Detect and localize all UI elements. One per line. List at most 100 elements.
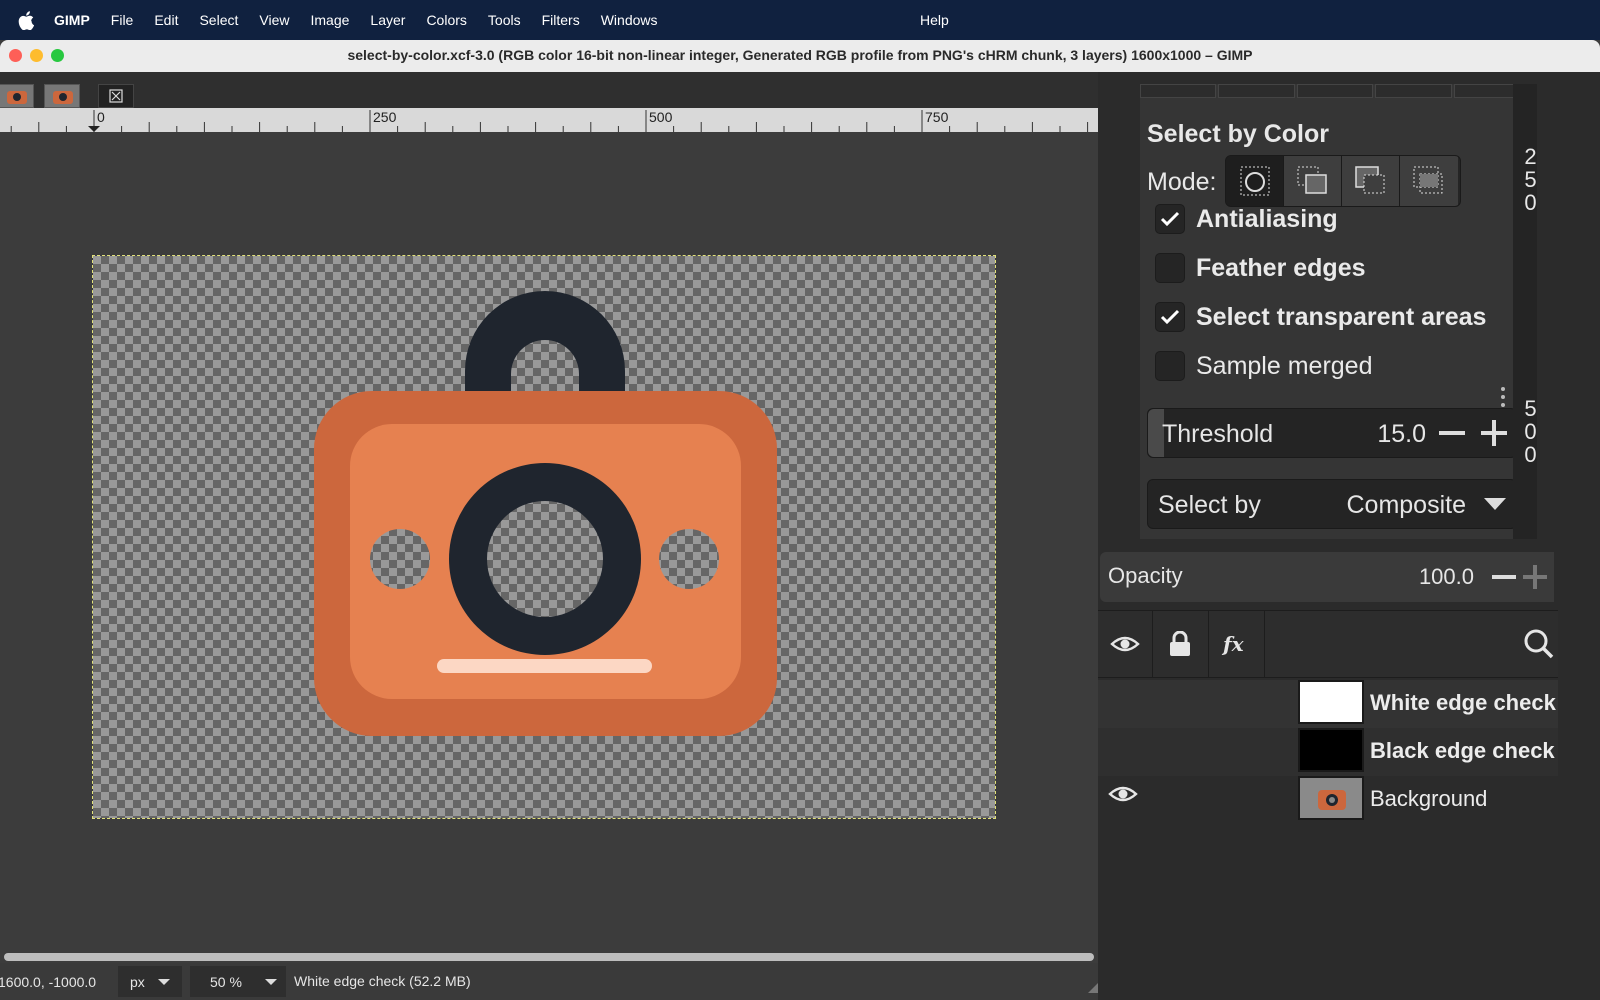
mode-subtract-button[interactable] bbox=[1342, 156, 1400, 206]
plus-icon bbox=[1481, 420, 1507, 446]
opacity-label: Opacity bbox=[1108, 563, 1183, 588]
layer-name: White edge check bbox=[1370, 690, 1556, 715]
mode-intersect-button[interactable] bbox=[1400, 156, 1458, 206]
tool-options-panel: Select by Color Mode: Antialiasing Feath… bbox=[1140, 84, 1530, 539]
menu-filters[interactable]: Filters bbox=[542, 12, 580, 28]
option-feather-edges[interactable]: Feather edges bbox=[1155, 253, 1366, 283]
chevron-down-icon bbox=[157, 978, 170, 985]
menu-layer[interactable]: Layer bbox=[370, 12, 405, 28]
ruler-label: 750 bbox=[925, 109, 949, 125]
zoom-text: 50 % bbox=[210, 973, 242, 990]
scrollbar-thumb[interactable] bbox=[4, 953, 1094, 961]
option-antialiasing[interactable]: Antialiasing bbox=[1155, 204, 1338, 234]
vertical-ruler[interactable]: 250 500 bbox=[1501, 84, 1543, 539]
window-title-bar: select-by-color.xcf-3.0 (RGB color 16-bi… bbox=[0, 40, 1600, 72]
menu-app-gimp[interactable]: GIMP bbox=[54, 12, 90, 28]
lock-keyhole-ring bbox=[449, 463, 641, 655]
layer-thumbnail bbox=[1298, 680, 1364, 724]
dock-tabs[interactable] bbox=[1140, 84, 1530, 98]
option-select-transparent[interactable]: Select transparent areas bbox=[1155, 302, 1486, 332]
layer-name: Background bbox=[1370, 786, 1488, 811]
layer-row-white-edge-check[interactable]: White edge check bbox=[1098, 680, 1558, 728]
lock-column-icon[interactable] bbox=[1152, 611, 1209, 677]
chevron-down-icon bbox=[1484, 498, 1506, 510]
minus-icon bbox=[1492, 575, 1516, 579]
eye-icon[interactable] bbox=[1108, 784, 1138, 809]
image-canvas[interactable] bbox=[0, 132, 1098, 949]
lock-bar bbox=[437, 659, 652, 673]
menu-windows[interactable]: Windows bbox=[601, 12, 658, 28]
threshold-spinscale[interactable]: Threshold 15.0 bbox=[1147, 408, 1517, 458]
unit-text: px bbox=[130, 973, 145, 990]
menu-tools[interactable]: Tools bbox=[488, 12, 521, 28]
zoom-select[interactable]: 50 % bbox=[190, 966, 286, 997]
navigate-corner-icon[interactable] bbox=[1088, 983, 1098, 993]
selection-mode-group bbox=[1225, 155, 1461, 207]
unit-select[interactable]: px bbox=[118, 966, 182, 997]
ruler-label: 0 bbox=[97, 109, 105, 125]
threshold-label: Threshold bbox=[1162, 420, 1274, 448]
mode-add-button[interactable] bbox=[1284, 156, 1342, 206]
menu-colors[interactable]: Colors bbox=[426, 12, 466, 28]
visibility-column-eye-icon[interactable] bbox=[1098, 611, 1153, 677]
select-by-dropdown[interactable]: Select by Composite bbox=[1147, 479, 1517, 529]
threshold-increase-button[interactable] bbox=[1474, 409, 1514, 457]
chevron-down-icon bbox=[264, 978, 277, 985]
layer-thumbnail bbox=[1298, 728, 1364, 772]
threshold-decrease-button[interactable] bbox=[1432, 409, 1472, 457]
checkmark-icon bbox=[1160, 309, 1180, 325]
selection-add-icon bbox=[1297, 166, 1327, 194]
apple-icon[interactable] bbox=[18, 10, 40, 30]
horizontal-scrollbar[interactable] bbox=[0, 949, 1098, 963]
plus-icon bbox=[1523, 565, 1547, 589]
selection-intersect-icon bbox=[1413, 166, 1443, 194]
select-transparent-checkbox[interactable] bbox=[1155, 302, 1185, 332]
image-layer-area[interactable] bbox=[92, 255, 996, 819]
image-tab-thumbnail[interactable] bbox=[0, 84, 34, 108]
menu-view[interactable]: View bbox=[259, 12, 289, 28]
threshold-value: 15.0 bbox=[1377, 420, 1426, 448]
menu-edit[interactable]: Edit bbox=[154, 12, 178, 28]
close-tab-icon[interactable] bbox=[98, 84, 134, 108]
drag-handle-icon[interactable] bbox=[1499, 384, 1507, 414]
horizontal-ruler[interactable]: 025050075010001250150017 bbox=[0, 108, 1098, 132]
lock-illustration bbox=[314, 291, 777, 736]
menu-select[interactable]: Select bbox=[199, 12, 238, 28]
layer-row-black-edge-check[interactable]: Black edge check bbox=[1098, 728, 1558, 776]
layers-header: fx bbox=[1098, 610, 1558, 678]
layers-panel: Opacity 100.0 fx White edge check Black … bbox=[1098, 540, 1600, 1000]
menu-file[interactable]: File bbox=[111, 12, 134, 28]
option-sample-merged[interactable]: Sample merged bbox=[1155, 351, 1372, 381]
select-transparent-label: Select transparent areas bbox=[1196, 302, 1487, 331]
status-message: White edge check (52.2 MB) bbox=[294, 973, 471, 989]
status-bar: 1600.0, -1000.0 px 50 % White edge check… bbox=[0, 963, 1098, 1000]
opacity-increase-button[interactable] bbox=[1516, 552, 1554, 602]
opacity-value: 100.0 bbox=[1418, 564, 1474, 589]
antialiasing-label: Antialiasing bbox=[1196, 204, 1338, 233]
selection-subtract-icon bbox=[1354, 166, 1384, 194]
pointer-coordinates: 1600.0, -1000.0 bbox=[0, 966, 112, 997]
menu-bar: GIMP File Edit Select View Image Layer C… bbox=[0, 0, 1600, 40]
feather-edges-checkbox[interactable] bbox=[1155, 253, 1185, 283]
svg-text:fx: fx bbox=[1221, 632, 1245, 656]
ruler-label: 500 bbox=[649, 109, 673, 125]
effects-column-fx-icon[interactable]: fx bbox=[1208, 611, 1265, 677]
right-dock: Select by Color Mode: Antialiasing Feath… bbox=[1098, 72, 1600, 1000]
search-icon[interactable] bbox=[1524, 629, 1554, 664]
sample-merged-checkbox[interactable] bbox=[1155, 351, 1185, 381]
select-by-value: Composite bbox=[1346, 491, 1467, 519]
layer-row-background[interactable]: Background bbox=[1098, 776, 1558, 824]
selection-replace-icon bbox=[1240, 166, 1269, 196]
menu-help[interactable]: Help bbox=[920, 12, 949, 28]
feather-edges-label: Feather edges bbox=[1196, 253, 1366, 282]
menu-image[interactable]: Image bbox=[310, 12, 349, 28]
antialiasing-checkbox[interactable] bbox=[1155, 204, 1185, 234]
mode-replace-button[interactable] bbox=[1226, 156, 1284, 206]
image-tab-thumbnail-active[interactable] bbox=[44, 84, 80, 108]
ruler-label: 250 bbox=[373, 109, 397, 125]
mode-label: Mode: bbox=[1147, 168, 1217, 196]
coords-text: 1600.0, -1000.0 bbox=[0, 973, 97, 990]
image-tabs bbox=[0, 72, 1098, 108]
sample-merged-label: Sample merged bbox=[1196, 351, 1373, 380]
layer-thumbnail bbox=[1298, 776, 1364, 820]
